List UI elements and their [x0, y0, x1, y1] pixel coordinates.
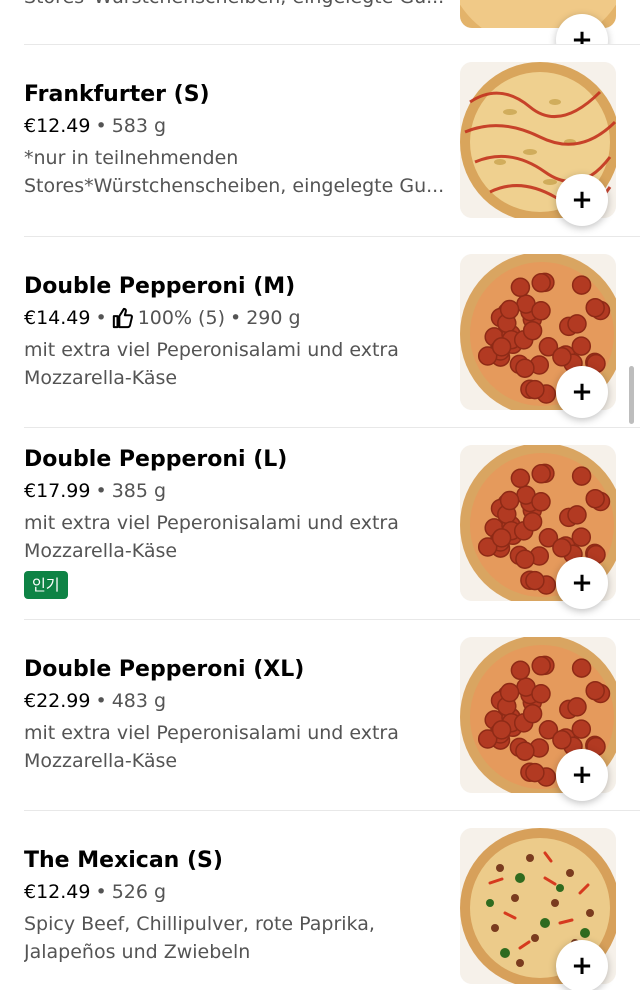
separator: •: [95, 480, 107, 502]
menu-item[interactable]: Double Pepperoni (L) €17.99 • 385 g mit …: [0, 445, 640, 636]
item-weight: 583 g: [111, 115, 167, 137]
item-description: Spicy Beef, Chillipulver, rote Paprika, …: [24, 910, 454, 966]
item-price: €12.49: [24, 115, 91, 137]
item-name: Double Pepperoni (L): [24, 447, 288, 472]
item-weight: 290 g: [246, 307, 301, 329]
divider: [24, 44, 640, 45]
add-button[interactable]: +: [556, 366, 608, 418]
item-meta: €22.99 • 483 g: [24, 687, 454, 715]
description-line: Spicy Beef, Chillipulver, rote Paprika,: [24, 913, 375, 935]
description-line: mit extra viel Peperonisalami und extra: [24, 722, 399, 744]
description-line: mit extra viel Peperonisalami und extra: [24, 512, 399, 534]
item-name: The Mexican (S): [24, 848, 223, 873]
divider: [24, 236, 640, 237]
menu-item[interactable]: Double Pepperoni (M) €14.49 • 100% (5) •…: [0, 254, 640, 445]
partial-menu-item[interactable]: Stores*Würstchenscheiben, eingelegte Gu.…: [0, 0, 640, 44]
item-description: mit extra viel Peperonisalami und extra …: [24, 336, 454, 392]
separator: •: [95, 115, 107, 137]
scrollbar[interactable]: [629, 366, 634, 424]
description-line: *nur in teilnehmenden: [24, 147, 239, 169]
thumbs-up-icon: [112, 307, 134, 329]
item-description: Stores*Würstchenscheiben, eingelegte Gu.…: [24, 0, 444, 8]
description-line: Jalapeños und Zwiebeln: [24, 941, 251, 963]
item-weight: 526 g: [111, 881, 167, 903]
item-weight: 483 g: [111, 690, 167, 712]
item-price: €17.99: [24, 480, 91, 502]
divider: [24, 427, 640, 428]
description-line: Mozzarella-Käse: [24, 750, 178, 772]
menu-item[interactable]: The Mexican (S) €12.49 • 526 g Spicy Bee…: [0, 828, 640, 990]
item-name: Double Pepperoni (M): [24, 274, 296, 299]
description-line: Stores*Würstchenscheiben, eingelegte Gu.…: [24, 175, 445, 197]
item-price: €14.49: [24, 307, 91, 329]
divider: [24, 810, 640, 811]
item-name: Double Pepperoni (XL): [24, 657, 305, 682]
separator: •: [95, 881, 107, 903]
separator: •: [229, 307, 242, 329]
item-meta: €14.49 • 100% (5) • 290 g: [24, 304, 454, 332]
item-price: €12.49: [24, 881, 91, 903]
separator: •: [95, 690, 107, 712]
description-line: Mozzarella-Käse: [24, 367, 178, 389]
description-line: Mozzarella-Käse: [24, 540, 178, 562]
separator: •: [95, 307, 107, 329]
item-description: *nur in teilnehmenden Stores*Würstchensc…: [24, 144, 454, 200]
item-meta: €12.49 • 526 g: [24, 878, 454, 906]
item-name: Frankfurter (S): [24, 82, 210, 107]
item-meta: €17.99 • 385 g: [24, 477, 454, 505]
description-line: mit extra viel Peperonisalami und extra: [24, 339, 399, 361]
add-button[interactable]: +: [556, 940, 608, 990]
add-button[interactable]: +: [556, 174, 608, 226]
item-description: mit extra viel Peperonisalami und extra …: [24, 719, 454, 775]
popular-badge: 인기: [24, 571, 68, 599]
item-meta: €12.49 • 583 g: [24, 112, 454, 140]
item-description: mit extra viel Peperonisalami und extra …: [24, 509, 454, 565]
add-button[interactable]: +: [556, 557, 608, 609]
item-price: €22.99: [24, 690, 91, 712]
item-weight: 385 g: [111, 480, 167, 502]
add-button[interactable]: +: [556, 749, 608, 801]
menu-item[interactable]: Double Pepperoni (XL) €22.99 • 483 g mit…: [0, 637, 640, 828]
item-rating: 100% (5): [137, 307, 225, 329]
divider: [24, 619, 640, 620]
menu-item[interactable]: Frankfurter (S) €12.49 • 583 g *nur in t…: [0, 62, 640, 253]
